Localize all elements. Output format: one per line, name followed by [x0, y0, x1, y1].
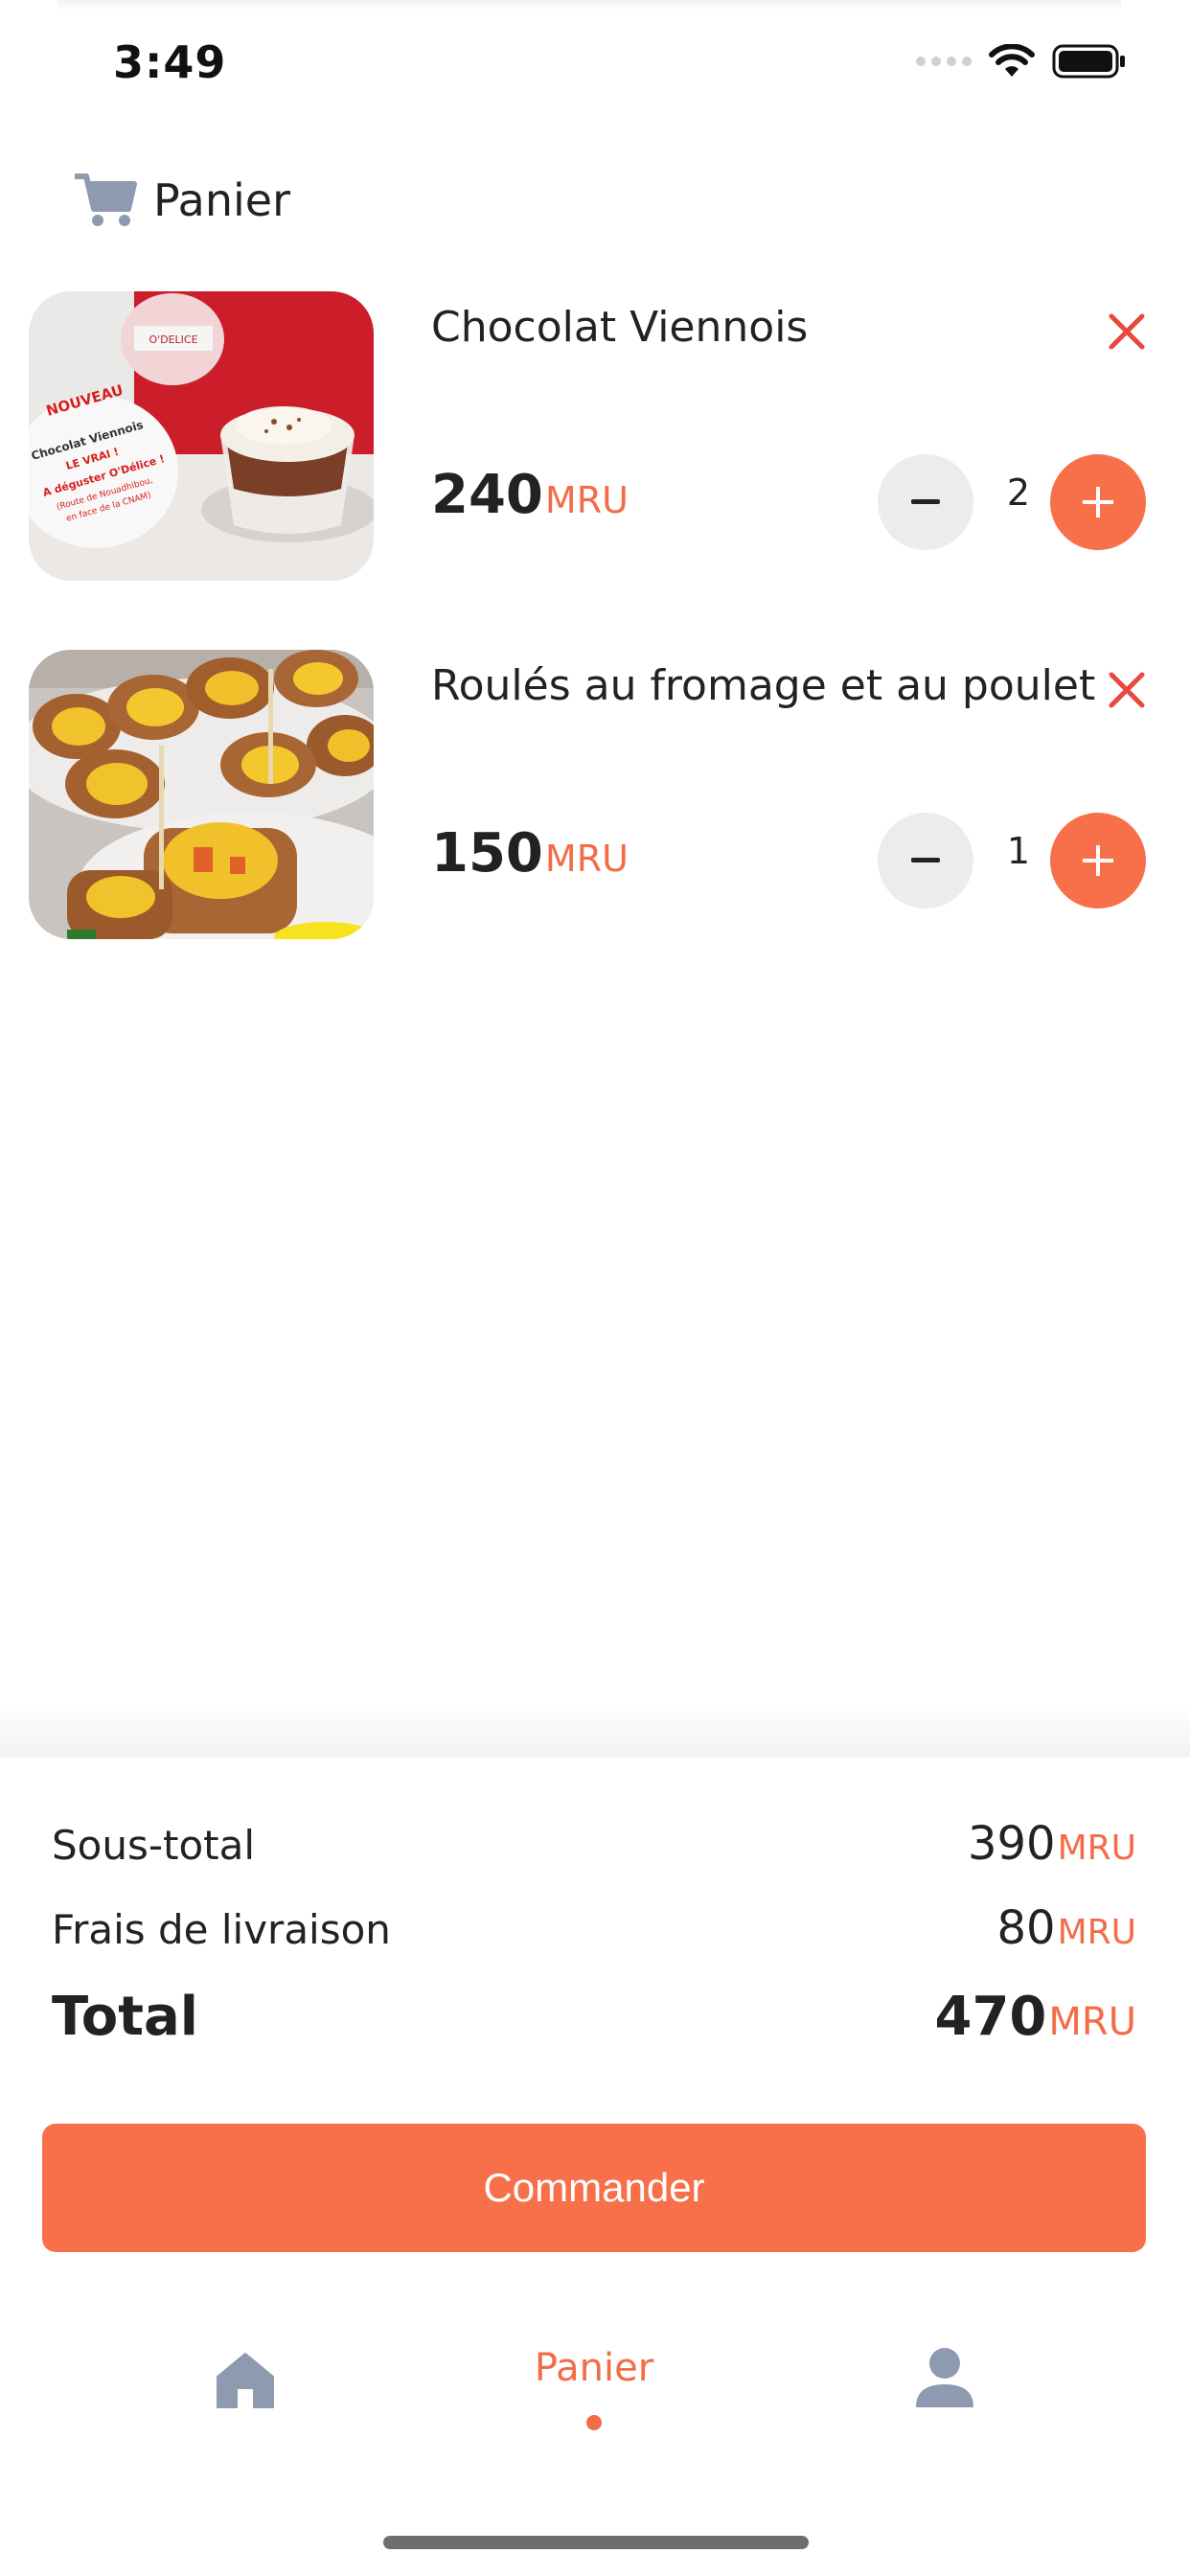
quantity-value: 1	[1006, 830, 1031, 872]
price-currency: MRU	[544, 838, 629, 880]
delivery-label: Frais de livraison	[52, 1906, 391, 1953]
total-label: Total	[52, 1986, 198, 2048]
price-amount: 240	[431, 464, 543, 526]
decrease-quantity-button[interactable]	[878, 813, 973, 908]
total-value: 470 MRU	[935, 1986, 1137, 2048]
tab-panier[interactable]: Panier	[498, 2319, 690, 2463]
total-currency: MRU	[1048, 2000, 1136, 2044]
active-tab-indicator	[586, 2415, 602, 2430]
cart-icon	[75, 173, 137, 226]
increase-quantity-button[interactable]	[1050, 813, 1146, 908]
chocolat-photo: O'DELICE NOUVEAU Chocolat Viennois LE VR…	[29, 291, 374, 581]
remove-item-icon[interactable]	[1106, 669, 1148, 711]
order-button[interactable]: Commander	[42, 2124, 1146, 2252]
roules-photo	[29, 650, 374, 939]
wifi-icon	[989, 44, 1035, 77]
item-image-roules[interactable]	[29, 650, 374, 939]
home-icon	[217, 2353, 274, 2408]
price-amount: 150	[431, 822, 543, 885]
item-name: Chocolat Viennois	[431, 303, 809, 352]
profile-icon	[916, 2348, 973, 2407]
svg-text:O'DELICE: O'DELICE	[149, 334, 197, 346]
total-amount: 470	[934, 1986, 1047, 2048]
status-icons	[916, 44, 1127, 79]
subtotal-amount: 390	[967, 1817, 1056, 1871]
plus-icon	[1083, 487, 1113, 518]
status-time: 3:49	[113, 36, 227, 88]
tab-panier-label: Panier	[534, 2346, 654, 2390]
tab-profile[interactable]	[906, 2319, 983, 2463]
summary-shadow	[0, 1706, 1190, 1760]
signal-dots-icon	[916, 57, 972, 66]
decrease-quantity-button[interactable]	[878, 454, 973, 550]
quantity-value: 2	[1006, 472, 1031, 514]
home-indicator	[383, 2536, 809, 2549]
remove-item-icon[interactable]	[1106, 310, 1148, 353]
price-currency: MRU	[544, 479, 629, 521]
subtotal-value: 390 MRU	[968, 1817, 1136, 1871]
item-image-chocolat[interactable]: O'DELICE NOUVEAU Chocolat Viennois LE VR…	[29, 291, 374, 581]
minus-icon	[911, 858, 940, 862]
battery-icon	[1052, 44, 1125, 79]
item-name: Roulés au fromage et au poulet	[431, 661, 1096, 710]
delivery-amount: 80	[996, 1901, 1056, 1955]
subtotal-label: Sous-total	[52, 1822, 256, 1869]
page-header: Panier	[73, 171, 290, 230]
item-price: 150 MRU	[431, 822, 629, 885]
page-title: Panier	[153, 174, 291, 226]
cart-item: Roulés au fromage et au poulet 150 MRU 1	[29, 650, 1161, 939]
delivery-currency: MRU	[1057, 1913, 1136, 1952]
minus-icon	[911, 499, 940, 504]
increase-quantity-button[interactable]	[1050, 454, 1146, 550]
delivery-row: Frais de livraison 80 MRU	[52, 1901, 1136, 1955]
delivery-value: 80 MRU	[996, 1901, 1136, 1955]
cart-item: O'DELICE NOUVEAU Chocolat Viennois LE VR…	[29, 291, 1161, 581]
total-row: Total 470 MRU	[52, 1986, 1136, 2048]
tab-home[interactable]	[207, 2319, 284, 2463]
plus-icon	[1083, 845, 1113, 876]
item-price: 240 MRU	[431, 464, 629, 526]
status-bar: 3:49	[0, 0, 1190, 125]
tab-bar: Panier	[0, 2319, 1190, 2482]
subtotal-currency: MRU	[1057, 1828, 1136, 1868]
subtotal-row: Sous-total 390 MRU	[52, 1817, 1136, 1871]
